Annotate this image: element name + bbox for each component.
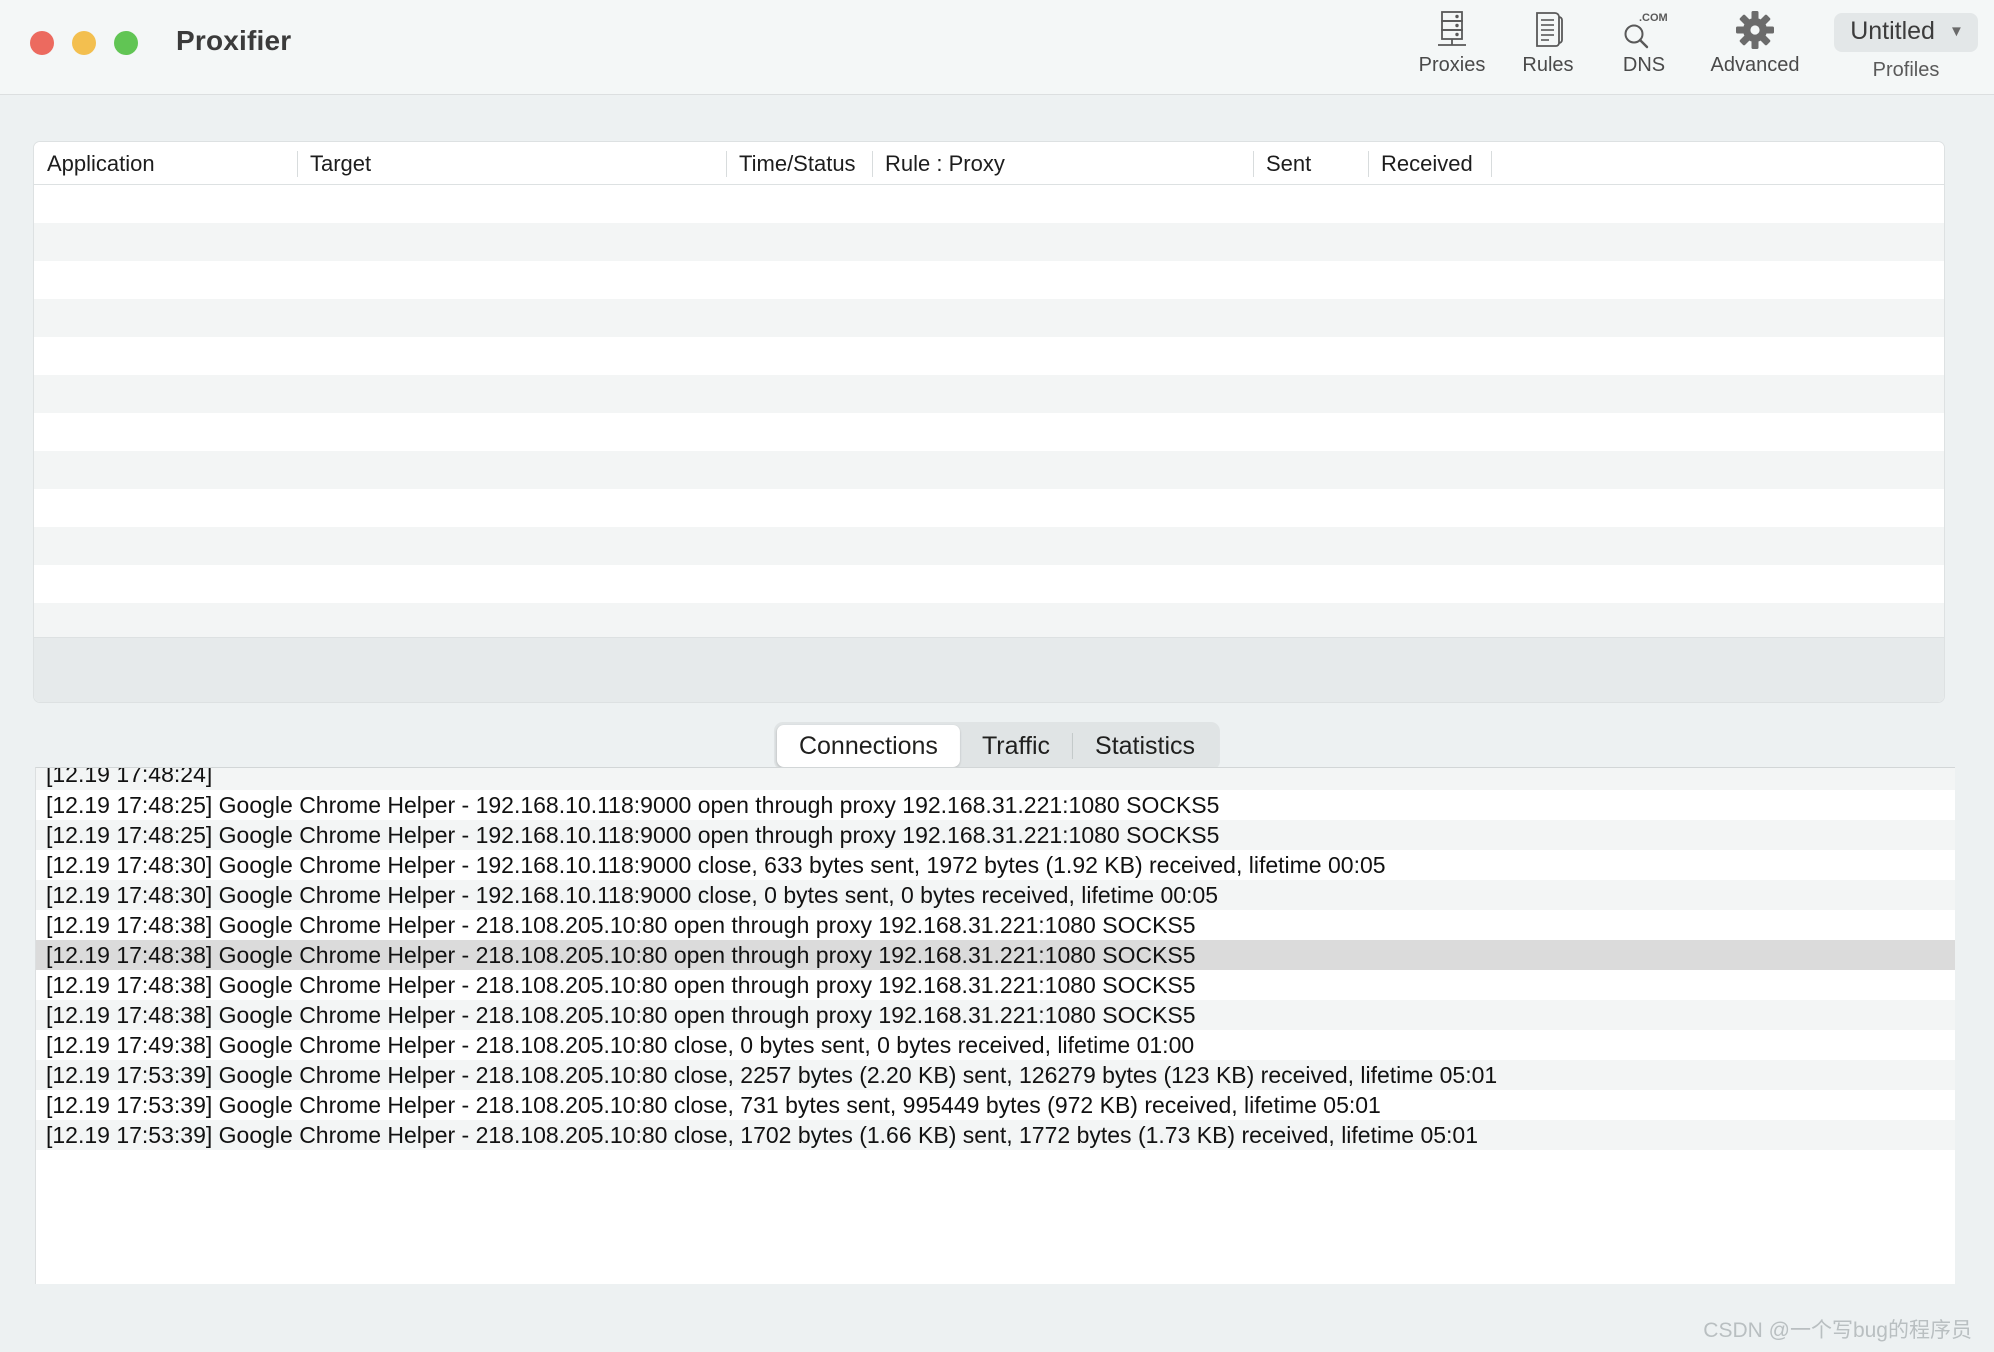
log-line-text: [12.19 17:48:25] Google Chrome Helper - … <box>46 791 1220 818</box>
table-row[interactable] <box>34 185 1944 223</box>
profile-selector-value: Untitled <box>1850 17 1935 45</box>
view-tabs: Connections Traffic Statistics <box>773 722 1221 770</box>
log-line[interactable]: [12.19 17:53:39] Google Chrome Helper - … <box>36 1090 1955 1120</box>
connections-panel-footer <box>34 637 1944 702</box>
table-row[interactable] <box>34 565 1944 603</box>
log-line[interactable]: [12.19 17:48:25] Google Chrome Helper - … <box>36 790 1955 820</box>
toolbar-label-rules: Rules <box>1522 54 1574 76</box>
log-line[interactable]: [12.19 17:48:38] Google Chrome Helper - … <box>36 910 1955 940</box>
tab-statistics[interactable]: Statistics <box>1073 725 1217 767</box>
table-row[interactable] <box>34 603 1944 641</box>
log-line-text: [12.19 17:49:38] Google Chrome Helper - … <box>46 1031 1195 1058</box>
table-row[interactable] <box>34 489 1944 527</box>
log-line-text: [12.19 17:48:38] Google Chrome Helper - … <box>46 1001 1196 1028</box>
table-row[interactable] <box>34 337 1944 375</box>
table-row[interactable] <box>34 375 1944 413</box>
document-list-icon <box>1531 8 1565 52</box>
log-line-text: [12.19 17:48:25] Google Chrome Helper - … <box>46 821 1220 848</box>
log-line-text: [12.19 17:53:39] Google Chrome Helper - … <box>46 1121 1478 1148</box>
log-line-text: [12.19 17:48:38] Google Chrome Helper - … <box>46 971 1196 998</box>
log-panel[interactable]: [12.19 17:48:24] [12.19 17:48:25] Google … <box>35 767 1955 1284</box>
log-line-text: [12.19 17:53:39] Google Chrome Helper - … <box>46 1061 1498 1088</box>
log-line-text: [12.19 17:48:38] Google Chrome Helper - … <box>46 941 1196 968</box>
gear-icon <box>1733 8 1777 52</box>
tab-traffic[interactable]: Traffic <box>960 725 1072 767</box>
log-line-text: [12.19 17:48:30] Google Chrome Helper - … <box>46 851 1386 878</box>
profiles-label: Profiles <box>1872 59 1940 81</box>
toolbar-label-proxies: Proxies <box>1418 54 1486 76</box>
column-divider[interactable] <box>872 151 873 177</box>
toolbar-label-dns: DNS <box>1622 54 1666 76</box>
column-header-sent[interactable]: Sent <box>1253 142 1368 185</box>
log-line[interactable]: [12.19 17:48:25] Google Chrome Helper - … <box>36 820 1955 850</box>
column-header-time-status[interactable]: Time/Status <box>726 142 872 185</box>
maximize-button[interactable] <box>114 31 138 55</box>
column-header-received[interactable]: Received <box>1368 142 1491 185</box>
log-line-text: [12.19 17:48:30] Google Chrome Helper - … <box>46 881 1219 908</box>
svg-text:.COM: .COM <box>1639 12 1668 24</box>
log-line[interactable]: [12.19 17:48:30] Google Chrome Helper - … <box>36 850 1955 880</box>
toolbar-button-proxies[interactable]: Proxies <box>1404 0 1500 95</box>
close-button[interactable] <box>30 31 54 55</box>
toolbar-button-advanced[interactable]: Advanced <box>1692 0 1818 95</box>
table-row[interactable] <box>34 413 1944 451</box>
column-divider[interactable] <box>1491 151 1492 177</box>
column-header-application[interactable]: Application <box>34 142 297 185</box>
column-divider[interactable] <box>1368 151 1369 177</box>
title-bar: Proxifier Proxies Rules .COM DNS Advance… <box>0 0 1994 95</box>
column-divider[interactable] <box>1253 151 1254 177</box>
column-header-target[interactable]: Target <box>297 142 726 185</box>
toolbar: Proxies Rules .COM DNS Advanced Untitled… <box>1404 0 1994 95</box>
toolbar-label-advanced: Advanced <box>1710 54 1800 76</box>
tab-connections[interactable]: Connections <box>776 725 960 767</box>
log-line[interactable]: [12.19 17:53:39] Google Chrome Helper - … <box>36 1120 1955 1150</box>
watermark: CSDN @一个写bug的程序员 <box>1703 1319 1972 1342</box>
profile-selector[interactable]: Untitled ▼ <box>1834 13 1978 52</box>
server-stack-icon <box>1433 8 1471 52</box>
app-title: Proxifier <box>176 25 292 56</box>
log-line-text: [12.19 17:48:38] Google Chrome Helper - … <box>46 911 1196 938</box>
log-line[interactable]: [12.19 17:48:38] Google Chrome Helper - … <box>36 970 1955 1000</box>
dotcom-magnifier-icon: .COM <box>1620 8 1668 52</box>
table-row[interactable] <box>34 527 1944 565</box>
toolbar-button-dns[interactable]: .COM DNS <box>1596 0 1692 95</box>
log-line[interactable]: [12.19 17:53:39] Google Chrome Helper - … <box>36 1060 1955 1090</box>
profiles-group: Untitled ▼ Profiles <box>1818 0 1994 95</box>
log-line[interactable]: [12.19 17:48:38] Google Chrome Helper - … <box>36 1000 1955 1030</box>
table-row[interactable] <box>34 223 1944 261</box>
toolbar-button-rules[interactable]: Rules <box>1500 0 1596 95</box>
table-row[interactable] <box>34 299 1944 337</box>
log-line-text: [12.19 17:53:39] Google Chrome Helper - … <box>46 1091 1381 1118</box>
connections-panel: Application Target Time/Status Rule : Proxy… <box>33 141 1945 703</box>
column-divider[interactable] <box>726 151 727 177</box>
log-line[interactable]: [12.19 17:48:38] Google Chrome Helper - … <box>36 940 1955 970</box>
table-row[interactable] <box>34 451 1944 489</box>
log-line[interactable]: [12.19 17:49:38] Google Chrome Helper - … <box>36 1030 1955 1060</box>
window-controls <box>30 31 138 55</box>
log-line[interactable]: [12.19 17:48:24] <box>36 768 1955 790</box>
table-row[interactable] <box>34 261 1944 299</box>
minimize-button[interactable] <box>72 31 96 55</box>
log-line[interactable]: [12.19 17:48:30] Google Chrome Helper - … <box>36 880 1955 910</box>
column-header-rule-proxy[interactable]: Rule : Proxy <box>872 142 1253 185</box>
log-line-text: [12.19 17:48:24] <box>46 768 213 787</box>
column-divider[interactable] <box>297 151 298 177</box>
chevron-down-icon: ▼ <box>1948 23 1964 40</box>
connections-table-body[interactable] <box>34 185 1944 641</box>
connections-table-header: Application Target Time/Status Rule : Proxy… <box>34 142 1944 185</box>
